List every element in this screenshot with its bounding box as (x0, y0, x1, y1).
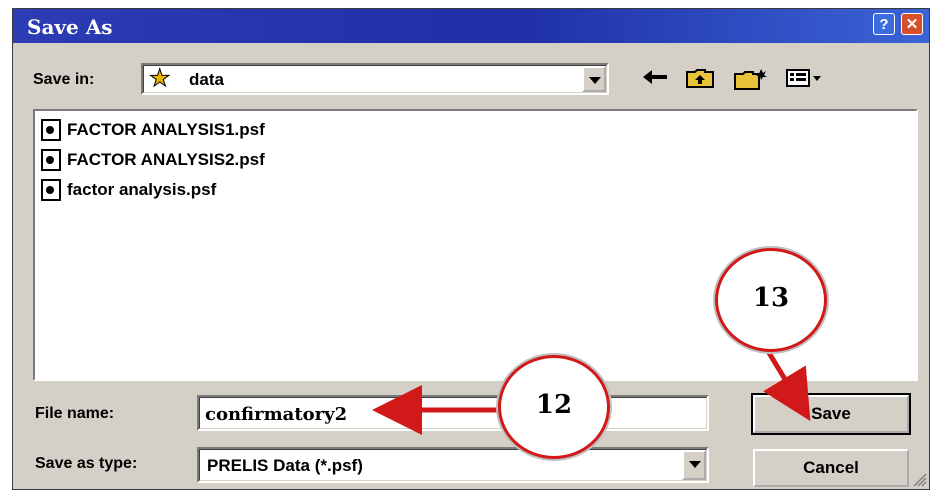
save-in-dropdown-button[interactable] (582, 66, 606, 92)
file-name-value: confirmatory2 (205, 404, 348, 425)
annotation-callout-13: 13 (715, 248, 827, 352)
file-name-input[interactable]: confirmatory2 (197, 395, 709, 431)
file-item[interactable]: FACTOR ANALYSIS2.psf (41, 147, 265, 173)
save-in-dropdown[interactable]: ★ data (141, 63, 609, 95)
close-button[interactable]: ✕ (901, 13, 923, 35)
up-folder-icon[interactable] (685, 67, 715, 93)
back-arrow-icon[interactable] (641, 67, 669, 91)
new-folder-icon[interactable] (733, 67, 767, 95)
save-in-label: Save in: (33, 71, 95, 88)
save-as-type-dropdown-button[interactable] (682, 450, 706, 480)
file-name: FACTOR ANALYSIS1.psf (67, 120, 265, 139)
file-name-label: File name: (35, 405, 115, 422)
psf-file-icon (41, 119, 61, 141)
help-button[interactable]: ? (873, 13, 895, 35)
save-as-type-label: Save as type: (35, 455, 138, 472)
psf-file-icon (41, 149, 61, 171)
chevron-down-icon (689, 461, 701, 468)
save-as-dialog: Save As ? ✕ Save in: ★ data FACTOR ANALY… (12, 8, 930, 490)
file-name: FACTOR ANALYSIS2.psf (67, 150, 265, 169)
save-button[interactable]: Save (751, 393, 911, 435)
file-item[interactable]: factor analysis.psf (41, 177, 216, 203)
file-item[interactable]: FACTOR ANALYSIS1.psf (41, 117, 265, 143)
save-in-value: data (189, 70, 224, 89)
chevron-down-icon (589, 77, 601, 84)
annotation-callout-12: 12 (498, 355, 610, 459)
window-title: Save As (27, 15, 113, 39)
resize-grip-icon[interactable] (911, 471, 927, 487)
views-menu-icon[interactable] (785, 67, 823, 93)
file-name: factor analysis.psf (67, 180, 217, 199)
title-bar[interactable]: Save As ? ✕ (13, 9, 929, 43)
save-as-type-value: PRELIS Data (*.psf) (207, 456, 363, 475)
psf-file-icon (41, 179, 61, 201)
save-as-type-dropdown[interactable]: PRELIS Data (*.psf) (197, 447, 709, 483)
favorites-folder-icon: ★ (149, 65, 171, 92)
cancel-button[interactable]: Cancel (753, 449, 909, 487)
